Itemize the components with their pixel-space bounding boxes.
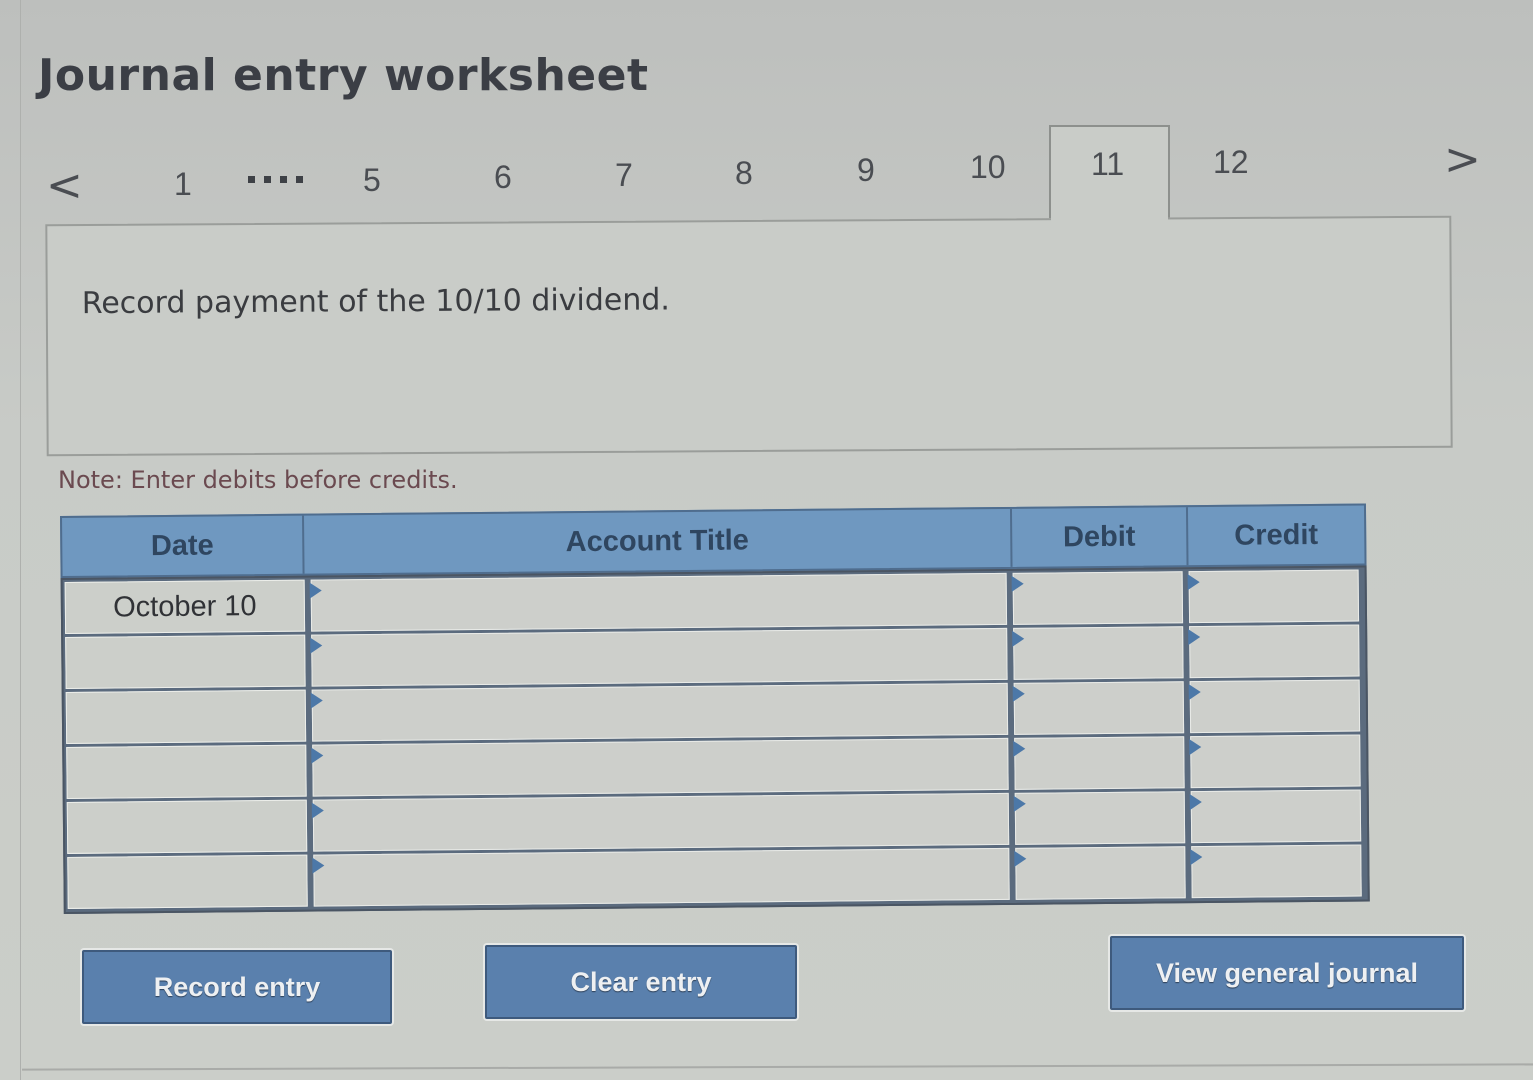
credit-input-cell bbox=[1187, 569, 1360, 624]
credit-input-cell bbox=[1189, 789, 1362, 844]
date-cell bbox=[65, 689, 307, 744]
dropdown-flag-icon bbox=[311, 802, 324, 819]
note-text: Note: Enter debits before credits. bbox=[58, 466, 458, 494]
record-entry-button[interactable]: Record entry bbox=[82, 950, 392, 1024]
debit-input-cell bbox=[1014, 846, 1186, 900]
page-5[interactable]: 5 bbox=[363, 162, 381, 199]
account-title-input[interactable] bbox=[313, 738, 1008, 796]
table-body: October 10 bbox=[60, 565, 1370, 914]
page-9[interactable]: 9 bbox=[857, 152, 875, 189]
debit-input-cell bbox=[1011, 571, 1184, 625]
credit-input-cell bbox=[1188, 679, 1361, 734]
credit-input[interactable] bbox=[1190, 625, 1359, 678]
dropdown-flag-icon bbox=[1013, 795, 1026, 812]
account-title-input[interactable] bbox=[311, 573, 1007, 631]
date-cell bbox=[65, 634, 306, 689]
column-header-date: Date bbox=[62, 515, 305, 576]
dropdown-flag-icon bbox=[1187, 574, 1200, 591]
account-title-input-cell bbox=[312, 847, 1010, 907]
account-title-input[interactable] bbox=[313, 793, 1009, 851]
table-row bbox=[65, 842, 1367, 910]
dropdown-flag-icon bbox=[310, 692, 323, 709]
date-cell: October 10 bbox=[64, 579, 306, 634]
dropdown-flag-icon bbox=[311, 747, 324, 764]
column-header-account-title: Account Title bbox=[304, 508, 1013, 574]
debit-input[interactable] bbox=[1015, 792, 1185, 844]
journal-table: Date Account Title Debit Credit October … bbox=[60, 503, 1370, 914]
column-header-credit: Credit bbox=[1234, 518, 1319, 552]
date-cell bbox=[66, 799, 308, 854]
debit-input-cell bbox=[1013, 791, 1186, 845]
credit-input-cell bbox=[1189, 734, 1361, 789]
question-text: Record payment of the 10/10 dividend. bbox=[81, 282, 671, 322]
debit-input-cell bbox=[1012, 681, 1185, 735]
page-6[interactable]: 6 bbox=[494, 159, 512, 196]
divider bbox=[22, 1063, 1533, 1071]
debit-input[interactable] bbox=[1015, 737, 1184, 789]
dropdown-flag-icon bbox=[1012, 685, 1025, 702]
debit-input-cell bbox=[1012, 626, 1184, 680]
credit-input[interactable] bbox=[1191, 735, 1360, 788]
dropdown-flag-icon bbox=[1188, 629, 1201, 646]
journal-worksheet-page: Journal entry worksheet < 1 5 6 7 8 9 10… bbox=[0, 0, 1533, 1080]
account-title-input[interactable] bbox=[312, 683, 1008, 741]
chevron-left-icon[interactable]: < bbox=[46, 160, 83, 211]
dropdown-flag-icon bbox=[1013, 740, 1026, 757]
page-11-active[interactable]: 11 bbox=[1091, 146, 1124, 183]
account-title-input-cell bbox=[311, 737, 1009, 797]
page-8[interactable]: 8 bbox=[735, 155, 753, 192]
date-cell bbox=[66, 744, 307, 799]
debit-input[interactable] bbox=[1016, 847, 1185, 899]
date-cell bbox=[67, 854, 308, 909]
dropdown-flag-icon bbox=[1012, 630, 1025, 647]
tab-connector bbox=[1051, 214, 1168, 228]
account-title-input[interactable] bbox=[312, 628, 1007, 686]
page-title: Journal entry worksheet bbox=[38, 50, 649, 101]
dropdown-flag-icon bbox=[1011, 575, 1024, 592]
page-7[interactable]: 7 bbox=[615, 157, 633, 194]
account-title-input[interactable] bbox=[314, 848, 1009, 906]
dropdown-flag-icon bbox=[1189, 739, 1202, 756]
credit-input-cell bbox=[1188, 624, 1360, 679]
pagination: < 1 5 6 7 8 9 10 11 12 > bbox=[0, 120, 1533, 237]
debit-input[interactable] bbox=[1014, 682, 1184, 734]
debit-input[interactable] bbox=[1013, 572, 1183, 624]
credit-input-cell bbox=[1190, 844, 1362, 899]
ellipsis bbox=[248, 176, 303, 183]
dropdown-flag-icon bbox=[1190, 849, 1203, 866]
dropdown-flag-icon bbox=[1189, 794, 1202, 811]
dropdown-flag-icon bbox=[312, 857, 325, 874]
clear-entry-button[interactable]: Clear entry bbox=[485, 945, 797, 1019]
column-header-debit: Debit bbox=[1011, 507, 1189, 567]
account-title-input-cell bbox=[310, 627, 1008, 687]
view-general-journal-button[interactable]: View general journal bbox=[1110, 936, 1464, 1010]
dropdown-flag-icon bbox=[1188, 684, 1201, 701]
credit-input[interactable] bbox=[1191, 790, 1361, 843]
page-10[interactable]: 10 bbox=[970, 149, 1006, 186]
dropdown-flag-icon bbox=[1014, 850, 1027, 867]
page-1[interactable]: 1 bbox=[174, 166, 192, 203]
account-title-input-cell bbox=[310, 682, 1009, 742]
dropdown-flag-icon bbox=[309, 582, 322, 599]
dropdown-flag-icon bbox=[310, 637, 323, 654]
chevron-right-icon[interactable]: > bbox=[1444, 134, 1481, 185]
credit-input[interactable] bbox=[1189, 570, 1359, 623]
account-title-input-cell bbox=[309, 572, 1008, 632]
credit-input[interactable] bbox=[1192, 845, 1361, 898]
debit-input[interactable] bbox=[1014, 627, 1183, 679]
page-12[interactable]: 12 bbox=[1213, 144, 1249, 181]
question-panel: Record payment of the 10/10 dividend. bbox=[45, 215, 1453, 457]
account-title-input-cell bbox=[311, 792, 1010, 852]
credit-input[interactable] bbox=[1190, 680, 1360, 733]
debit-input-cell bbox=[1013, 736, 1185, 790]
